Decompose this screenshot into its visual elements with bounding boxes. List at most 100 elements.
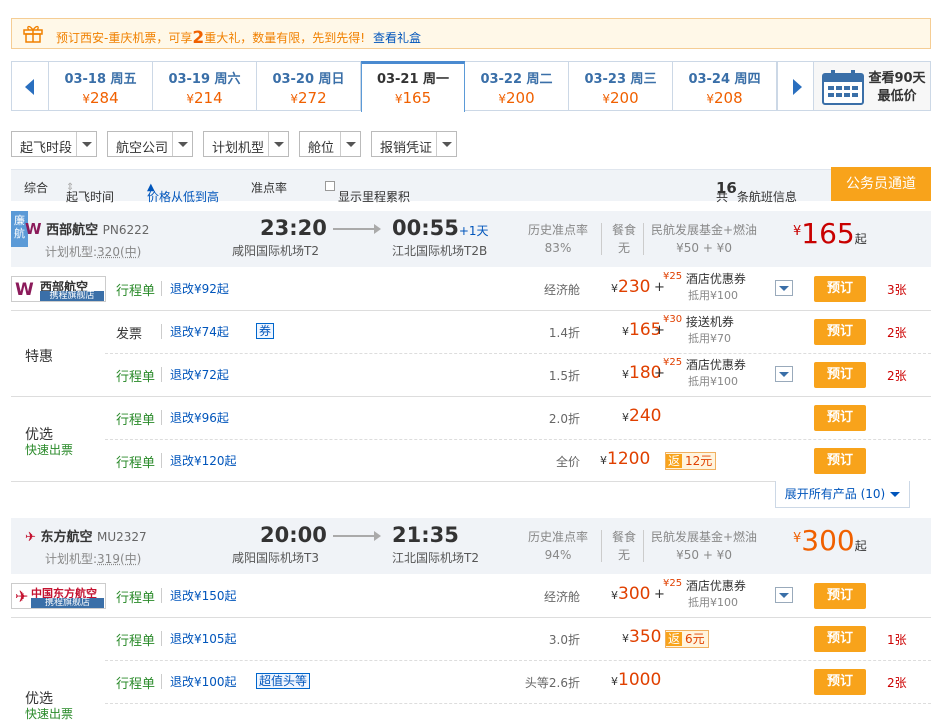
currency: ¥ [290,92,298,106]
western-airlines-icon: W [15,280,34,300]
discount: 头等2.6折 [524,676,580,690]
plan-model-value[interactable]: 320(中) [97,245,141,259]
coupon-name: 酒店优惠券 [685,579,746,593]
next-date-button[interactable] [777,61,815,111]
refund-rule-link[interactable]: 退改¥92起 [170,280,229,297]
filter-label: 起飞时段 [20,141,73,156]
filter-airline[interactable]: 航空公司 [107,131,193,157]
book-button[interactable]: 预订 [814,276,866,302]
currency: ¥ [600,454,607,467]
filter-receipt[interactable]: 报销凭证 [371,131,457,157]
promo-text-before: 预订西安-重庆机票，可享 [56,31,193,45]
doc-type: 行程单 [116,677,156,692]
meal-label: 餐食 [612,530,637,544]
sort-overall[interactable]: 综合 [24,179,48,196]
divider [601,530,602,562]
product-price: ¥240 [622,406,661,426]
arrow-right-icon [333,224,381,234]
product-row: 行程单 退改¥96起 2.0折 ¥240 预订 [11,396,931,439]
dep-airport: 咸阳国际机场T3 [232,551,319,565]
refund-rule-link[interactable]: 退改¥100起 [170,673,237,690]
promo-text: 预订西安-重庆机票，可享2重大礼，数量有限，先到先得! 查看礼盒 [56,27,421,48]
price-value: 272 [298,89,327,107]
coupon-dropdown[interactable] [775,280,793,296]
refund-rule-link[interactable]: 退改¥120起 [170,452,237,469]
filter-label: 计划机型 [212,141,265,156]
product-row: ✈ 中国东方航空 携程旗舰店 行程单 退改¥150起 经济舱 ¥300 + ¥2… [11,574,931,617]
sort-ontime[interactable]: 准点率 [251,179,287,196]
book-button[interactable]: 预订 [814,319,866,345]
sort-price[interactable]: 价格从低到高 ▲ [147,179,219,204]
coupon-name: 接送机券 [685,315,734,329]
view-gift-link[interactable]: 查看礼盒 [373,31,421,45]
filter-cabin[interactable]: 舱位 [299,131,361,157]
doc-type: 行程单 [116,284,156,299]
price-value: 200 [506,89,535,107]
coupon: ¥25 酒店优惠券 抵用¥100 [663,357,746,389]
date-tab-03-21[interactable]: 03-21 周一 ¥165 [361,61,465,112]
coupon-amount: ¥25 [663,271,683,282]
coupon-amount: ¥25 [663,578,683,589]
arr-airport: 江北国际机场T2 [392,551,479,565]
date-tab-03-18[interactable]: 03-18 周五 ¥284 [49,61,153,111]
refund-rule-link[interactable]: 退改¥105起 [170,630,237,647]
refund-rule-link[interactable]: 退改¥150起 [170,587,237,604]
date-tab-03-19[interactable]: 03-19 周六 ¥214 [153,61,257,111]
book-button[interactable]: 预订 [814,362,866,388]
filter-aircraft[interactable]: 计划机型 [203,131,289,157]
seats-left: 3张 [887,283,907,297]
book-button[interactable]: 预订 [814,448,866,474]
calendar-90-days-button[interactable]: 查看90天 最低价 [813,61,931,111]
weekday-label: 周一 [423,72,450,87]
currency: ¥ [611,282,618,295]
cashback-badge: 返 6元 [665,630,709,648]
fund-value: ¥50 + ¥0 [676,241,732,255]
plan-model-value[interactable]: 319(中) [97,552,141,566]
price-value: 1200 [607,449,651,469]
expand-all-products-button[interactable]: 展开所有产品 (10) [775,481,910,508]
price-value: 208 [714,89,743,107]
meal-col: 餐食无 [612,528,636,564]
next-day-badge: +1天 [458,224,489,238]
filter-dep-time[interactable]: 起飞时段 [11,131,97,157]
mileage-checkbox-wrap[interactable]: 显示里程累积 [325,179,410,204]
currency: ¥ [622,368,629,381]
prev-date-button[interactable] [11,61,49,111]
date-label: 03-20 周日 [257,68,360,87]
book-button[interactable]: 预订 [814,626,866,652]
coupon-sub: 抵用¥100 [688,289,738,302]
refund-rule-link[interactable]: 退改¥96起 [170,409,229,426]
date-tab-03-20[interactable]: 03-20 周日 ¥272 [257,61,361,111]
arr-airport: 江北国际机场T2B [392,244,488,258]
product-row: 行程单 退改¥120起 全价 ¥1200 返 12元 预订 [11,439,931,482]
fund-col: 民航发展基金+燃油 ¥50 + ¥0 [651,221,757,257]
book-button[interactable]: 预订 [814,669,866,695]
product-row: 行程单 退改¥72起 1.5折 ¥180 + ¥25 酒店优惠券 抵用¥100 预… [11,353,931,396]
date-tab-03-23[interactable]: 03-23 周三 ¥200 [569,61,673,111]
coupon-dropdown[interactable] [775,366,793,382]
official-channel-button[interactable]: 公务员通道 [831,167,931,201]
date-tab-03-22[interactable]: 03-22 周二 ¥200 [465,61,569,111]
book-button[interactable]: 预订 [814,405,866,431]
currency: ¥ [394,92,403,106]
price-value: 284 [90,89,119,107]
weekday-label: 周五 [110,72,137,87]
premium-first-class-tag: 超值头等 [256,673,311,689]
seats-left: 2张 [887,326,907,340]
mileage-label: 显示里程累积 [338,190,411,204]
seats-left: 2张 [887,676,907,690]
total-suffix: 条航班信息 [736,190,797,204]
refund-rule-link[interactable]: 退改¥74起 [170,323,229,340]
date-value: 03-19 [168,72,211,87]
coupon-dropdown[interactable] [775,587,793,603]
book-button[interactable]: 预订 [814,583,866,609]
sort-dep-time[interactable]: 起飞时间 ⇕ [66,179,114,204]
date-tab-03-24[interactable]: 03-24 周四 ¥208 [673,61,777,111]
dep-airport: 咸阳国际机场T2 [232,244,319,258]
refund-rule-link[interactable]: 退改¥72起 [170,366,229,383]
arrow-right-icon [333,531,381,541]
voucher-tag: 券 [256,323,275,339]
mileage-checkbox[interactable] [325,181,335,191]
promo-banner: 预订西安-重庆机票，可享2重大礼，数量有限，先到先得! 查看礼盒 [11,18,931,49]
price-value: 165 [801,217,855,250]
